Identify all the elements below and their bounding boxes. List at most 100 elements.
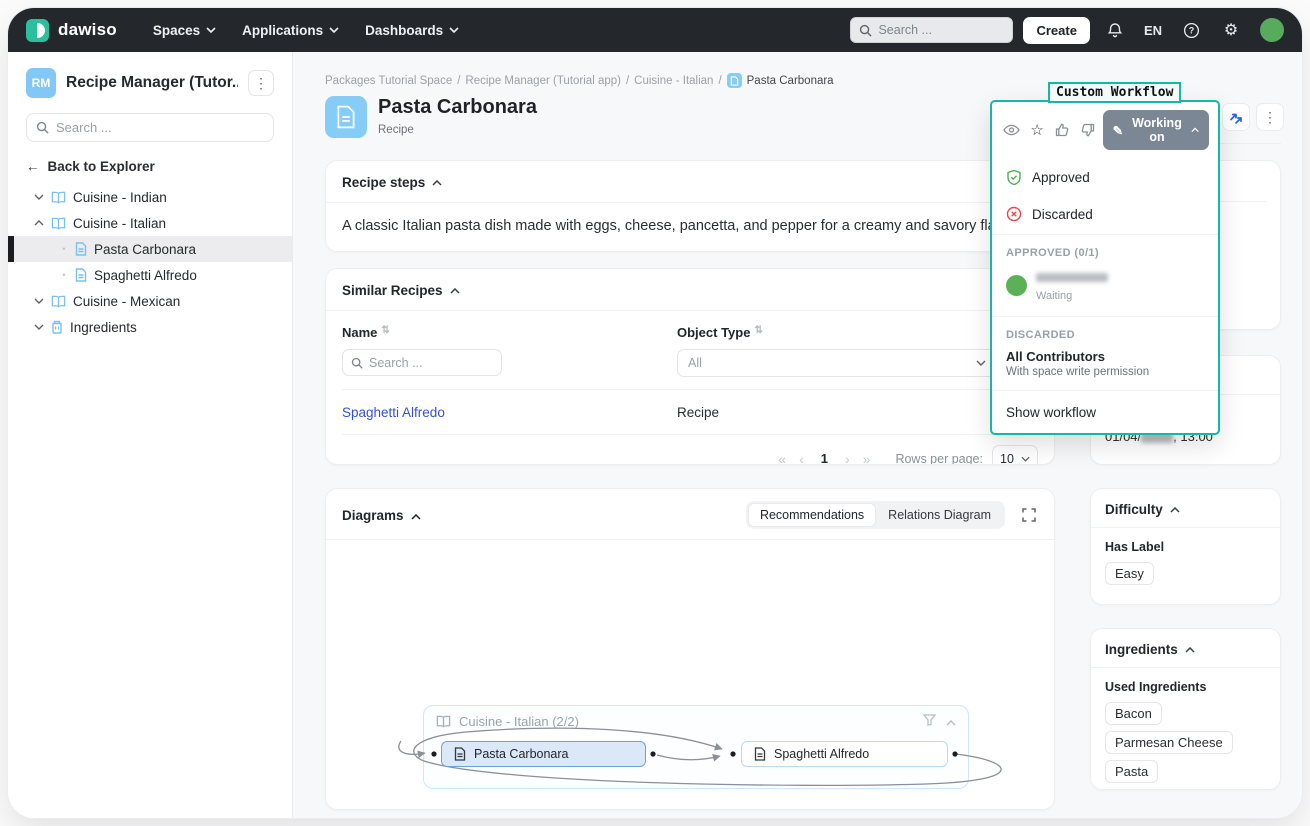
- pagination: « ‹ 1 › » Rows per page: 10: [342, 435, 1038, 465]
- diagram-node-spaghetti-alfredo[interactable]: Spaghetti Alfredo: [741, 741, 948, 767]
- breadcrumb-segment[interactable]: Cuisine - Italian: [634, 75, 713, 87]
- global-search[interactable]: [850, 17, 1014, 43]
- brand-name: dawiso: [58, 20, 117, 39]
- watch-eye-icon[interactable]: [1001, 118, 1022, 142]
- type-filter-select[interactable]: All: [677, 349, 997, 377]
- sort-icon[interactable]: ⇅: [381, 325, 389, 336]
- diagram-group-label: Cuisine - Italian (2/2): [459, 714, 579, 729]
- page-title: Pasta Carbonara: [378, 96, 537, 118]
- collapse-chevron-up-icon[interactable]: [946, 714, 956, 729]
- chevron-down-icon[interactable]: [34, 324, 44, 330]
- thumbs-down-icon[interactable]: [1077, 118, 1098, 142]
- collapse-chevron-up-icon[interactable]: [411, 508, 421, 523]
- collapse-chevron-up-icon[interactable]: [1170, 506, 1180, 513]
- collapse-chevron-up-icon[interactable]: [450, 287, 460, 294]
- row-link-spaghetti-alfredo[interactable]: Spaghetti Alfredo: [342, 405, 677, 420]
- sort-icon[interactable]: ⇅: [754, 325, 762, 336]
- chevron-down-icon: [206, 27, 216, 33]
- bullet-icon: •: [62, 244, 66, 254]
- search-icon: [351, 357, 363, 369]
- next-page-icon[interactable]: ›: [843, 451, 852, 465]
- app-menu-kebab-icon[interactable]: ⋮: [248, 70, 274, 96]
- left-sidebar: RM Recipe Manager (Tutor... ⋮ ← Back to …: [8, 52, 293, 818]
- sidebar-search-input[interactable]: [56, 120, 236, 135]
- first-page-icon[interactable]: «: [776, 451, 788, 465]
- name-filter-input[interactable]: [369, 355, 479, 370]
- chevron-down-icon[interactable]: [34, 298, 44, 304]
- chevron-up-icon: [1191, 127, 1199, 133]
- workflow-option-discarded[interactable]: Discarded: [992, 196, 1218, 232]
- ingredients-jar-icon: [51, 320, 63, 334]
- recipe-document-icon: [75, 268, 87, 282]
- brand-logo[interactable]: dawiso: [26, 18, 117, 42]
- back-to-explorer-link[interactable]: ← Back to Explorer: [26, 159, 274, 174]
- breadcrumb-segment[interactable]: Packages Tutorial Space: [325, 75, 452, 87]
- main-content: Packages Tutorial Space / Recipe Manager…: [293, 52, 1302, 818]
- chevron-down-icon[interactable]: [34, 194, 44, 200]
- filter-funnel-icon[interactable]: [922, 714, 937, 729]
- glossary-book-icon: [436, 715, 451, 728]
- pencil-icon: ✎: [1112, 123, 1124, 138]
- tree-item-cuisine-italian[interactable]: Cuisine - Italian: [8, 210, 292, 236]
- divider: [992, 234, 1218, 235]
- recipe-document-icon: [726, 73, 742, 88]
- section-title: Recipe steps: [342, 175, 426, 190]
- prev-page-icon[interactable]: ‹: [797, 451, 806, 465]
- last-page-icon[interactable]: »: [861, 451, 873, 465]
- shield-check-icon: [1007, 169, 1021, 186]
- tree-item-pasta-carbonara[interactable]: • Pasta Carbonara: [8, 236, 292, 262]
- tree-item-cuisine-mexican[interactable]: Cuisine - Mexican: [8, 288, 292, 314]
- glossary-book-icon: [51, 295, 66, 308]
- sidebar-search[interactable]: [26, 113, 274, 142]
- back-arrow-icon: ←: [26, 159, 40, 174]
- settings-gear-icon[interactable]: ⚙: [1216, 15, 1246, 45]
- workflow-option-approved[interactable]: Approved: [992, 159, 1218, 196]
- name-filter[interactable]: [342, 349, 502, 376]
- help-icon[interactable]: ?: [1176, 15, 1206, 45]
- page-kebab-icon[interactable]: ⋮: [1256, 103, 1284, 131]
- chevron-down-icon: [329, 27, 339, 33]
- language-selector[interactable]: EN: [1140, 23, 1166, 38]
- notifications-bell-icon[interactable]: [1100, 15, 1130, 45]
- menu-dashboards[interactable]: Dashboards: [357, 17, 467, 44]
- global-search-input[interactable]: [878, 23, 989, 37]
- show-workflow-link[interactable]: Show workflow: [992, 393, 1218, 433]
- collapse-chevron-up-icon[interactable]: [1185, 646, 1195, 653]
- page-header: Pasta Carbonara Recipe: [325, 96, 537, 138]
- collapse-chevron-up-icon[interactable]: [432, 179, 442, 186]
- tab-relations-diagram[interactable]: Relations Diagram: [876, 503, 1003, 527]
- custom-workflow-annotation: Custom Workflow: [1048, 82, 1182, 103]
- svg-text:?: ?: [1188, 25, 1193, 35]
- app-badge: RM: [26, 68, 56, 98]
- promote-icon[interactable]: [1222, 103, 1250, 131]
- user-avatar[interactable]: [1260, 18, 1284, 42]
- current-page[interactable]: 1: [815, 451, 834, 464]
- column-header-name[interactable]: Name: [342, 325, 377, 340]
- thumbs-up-icon[interactable]: [1052, 118, 1073, 142]
- tree-item-cuisine-indian[interactable]: Cuisine - Indian: [8, 184, 292, 210]
- favorite-star-icon[interactable]: ☆: [1026, 118, 1047, 142]
- rows-per-page-select[interactable]: 10: [992, 445, 1038, 464]
- workflow-popup: ☆ ✎ Working on Approved Discarded APPROV…: [990, 100, 1220, 435]
- tab-recommendations[interactable]: Recommendations: [747, 503, 877, 527]
- divider: [992, 316, 1218, 317]
- chevron-up-icon[interactable]: [34, 220, 44, 226]
- breadcrumb-segment[interactable]: Recipe Manager (Tutorial app): [465, 75, 621, 87]
- menu-applications[interactable]: Applications: [234, 17, 347, 44]
- section-title: Diagrams: [342, 507, 404, 523]
- redacted-approver-name: [1036, 273, 1108, 283]
- column-header-type[interactable]: Object Type: [677, 325, 750, 340]
- diagram-node-pasta-carbonara[interactable]: Pasta Carbonara: [441, 741, 646, 767]
- tree-item-spaghetti-alfredo[interactable]: • Spaghetti Alfredo: [8, 262, 292, 288]
- tree-item-ingredients[interactable]: Ingredients: [8, 314, 292, 340]
- glossary-book-icon: [51, 217, 66, 230]
- workflow-status-button[interactable]: ✎ Working on: [1102, 110, 1209, 150]
- create-button[interactable]: Create: [1023, 16, 1090, 44]
- object-tree: Cuisine - Indian Cuisine - Italian • Pas…: [8, 184, 292, 340]
- diagrams-card: Diagrams Recommendations Relations Diagr…: [325, 488, 1055, 810]
- recipe-description: A classic Italian pasta dish made with e…: [342, 218, 1020, 234]
- approved-section-header: APPROVED (0/1): [1006, 247, 1100, 259]
- ingredients-card: Ingredients Used Ingredients Bacon Parme…: [1090, 628, 1281, 790]
- fullscreen-icon[interactable]: [1016, 502, 1042, 528]
- menu-spaces[interactable]: Spaces: [145, 17, 224, 44]
